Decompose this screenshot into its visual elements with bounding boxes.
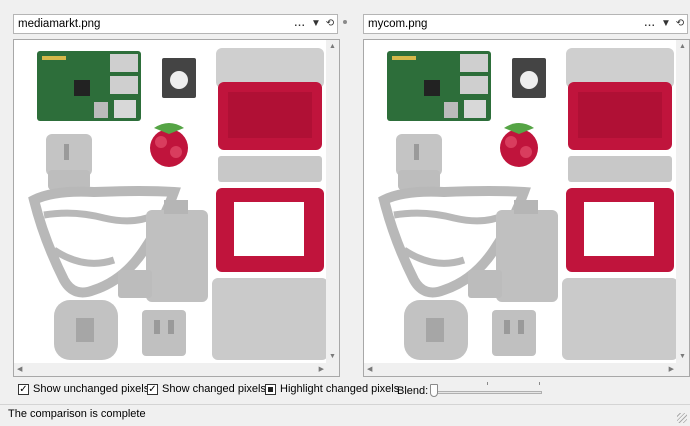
blend-label: Blend: bbox=[397, 385, 429, 397]
blend-slider-thumb[interactable] bbox=[430, 384, 438, 397]
highlight-changed-checkbox[interactable]: Highlight changed pixels bbox=[265, 383, 399, 395]
status-text: The comparison is complete bbox=[8, 408, 146, 420]
scroll-right-icon[interactable]: ▶ bbox=[669, 366, 674, 374]
left-vertical-scrollbar[interactable]: ▲ ▼ bbox=[326, 40, 339, 364]
scroll-up-icon[interactable]: ▲ bbox=[329, 43, 336, 51]
right-file-selector[interactable]: mycom.png ... ▼ ⟲ bbox=[363, 14, 688, 34]
left-file-selector[interactable]: mediamarkt.png ... ▼ ⟲ bbox=[13, 14, 338, 34]
left-browse-button[interactable]: ... bbox=[291, 15, 309, 33]
blend-slider-track[interactable] bbox=[432, 391, 542, 394]
left-image bbox=[14, 40, 327, 364]
left-image-pane: mediamarkt.png ... ▼ ⟲ ▲ ▼ ◀ ▶ bbox=[13, 9, 340, 377]
checkbox-checked-icon[interactable]: ✓ bbox=[18, 383, 29, 395]
scroll-down-icon[interactable]: ▼ bbox=[679, 353, 686, 361]
right-image bbox=[364, 40, 677, 364]
scroll-right-icon[interactable]: ▶ bbox=[319, 366, 324, 374]
checkbox-indicator-icon[interactable] bbox=[265, 383, 276, 395]
scroll-down-icon[interactable]: ▼ bbox=[329, 353, 336, 361]
comparison-options: ✓ Show unchanged pixels ✓ Show changed p… bbox=[0, 380, 690, 400]
right-browse-button[interactable]: ... bbox=[641, 15, 659, 33]
left-image-viewer[interactable]: ▲ ▼ ◀ ▶ bbox=[13, 39, 340, 377]
right-horizontal-scrollbar[interactable]: ◀ ▶ bbox=[364, 363, 677, 376]
show-unchanged-label: Show unchanged pixels bbox=[33, 383, 150, 395]
right-history-icon[interactable]: ⟲ bbox=[673, 15, 687, 33]
left-file-name: mediamarkt.png bbox=[18, 18, 101, 30]
scroll-up-icon[interactable]: ▲ bbox=[679, 43, 686, 51]
right-file-name: mycom.png bbox=[368, 18, 428, 30]
right-dropdown-icon[interactable]: ▼ bbox=[659, 15, 673, 33]
slider-tick bbox=[539, 382, 540, 385]
scroll-corner bbox=[676, 363, 689, 376]
scroll-left-icon[interactable]: ◀ bbox=[17, 366, 22, 374]
checkbox-checked-icon[interactable]: ✓ bbox=[147, 383, 158, 395]
highlight-changed-label: Highlight changed pixels bbox=[280, 383, 400, 395]
show-changed-label: Show changed pixels bbox=[162, 383, 266, 395]
slider-tick bbox=[487, 382, 488, 385]
left-history-icon[interactable]: ⟲ bbox=[323, 15, 337, 33]
show-changed-checkbox[interactable]: ✓ Show changed pixels bbox=[147, 383, 266, 395]
scroll-corner bbox=[326, 363, 339, 376]
left-horizontal-scrollbar[interactable]: ◀ ▶ bbox=[14, 363, 327, 376]
pane-separator-dot bbox=[343, 20, 347, 24]
right-image-pane: mycom.png ... ▼ ⟲ ▲ ▼ ◀ ▶ bbox=[363, 9, 690, 377]
blend-slider[interactable] bbox=[428, 382, 546, 398]
resize-grip-icon[interactable] bbox=[677, 413, 687, 423]
left-dropdown-icon[interactable]: ▼ bbox=[309, 15, 323, 33]
status-bar: The comparison is complete bbox=[0, 404, 690, 426]
show-unchanged-checkbox[interactable]: ✓ Show unchanged pixels bbox=[18, 383, 149, 395]
right-vertical-scrollbar[interactable]: ▲ ▼ bbox=[676, 40, 689, 364]
right-image-viewer[interactable]: ▲ ▼ ◀ ▶ bbox=[363, 39, 690, 377]
scroll-left-icon[interactable]: ◀ bbox=[367, 366, 372, 374]
